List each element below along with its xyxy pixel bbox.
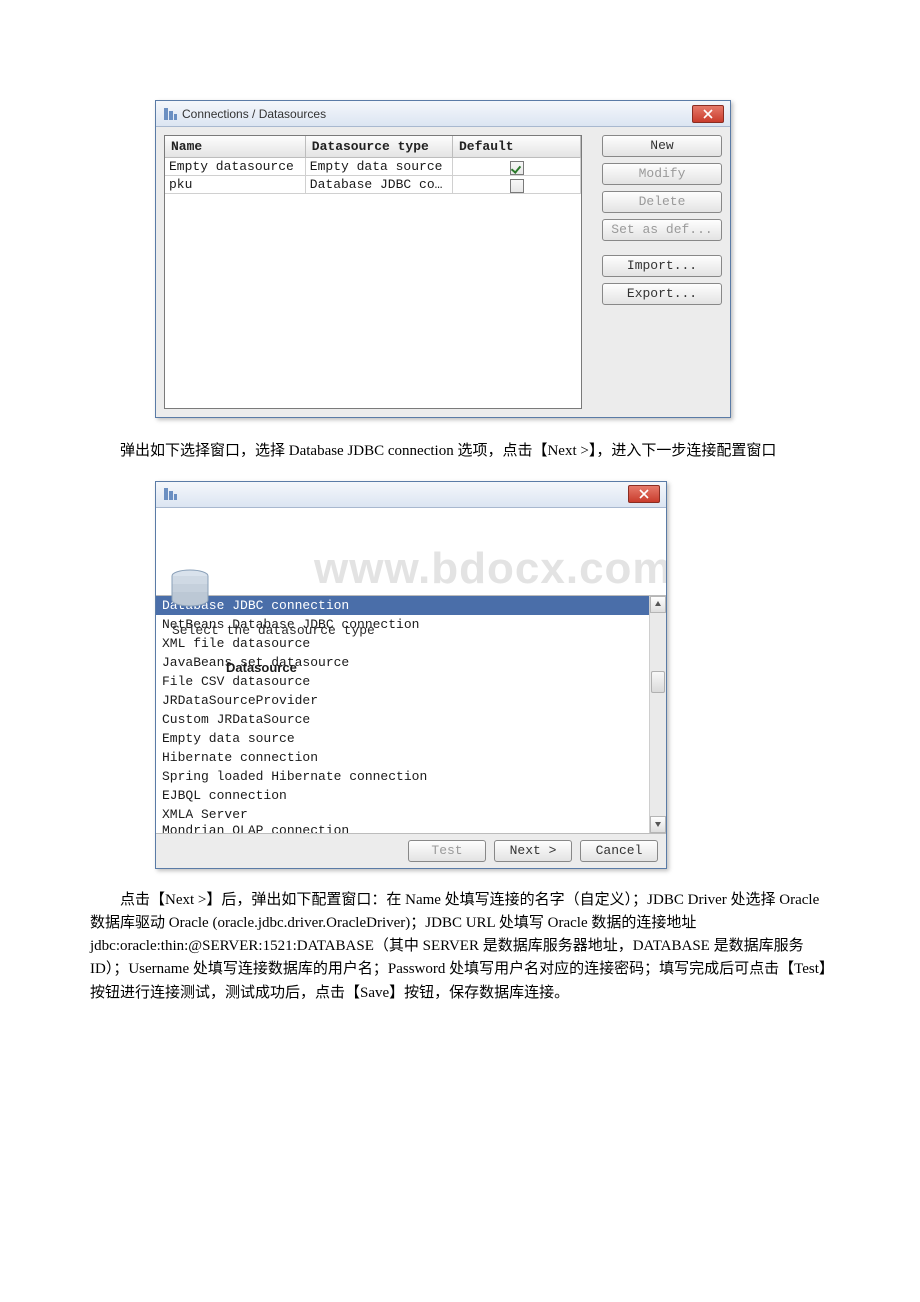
list-item[interactable]: Mondrian OLAP connection — [156, 824, 649, 833]
import-button[interactable]: Import... — [602, 255, 722, 277]
wizard-subtitle: Select the datasource type — [172, 623, 666, 638]
dialog1-titlebar: Connections / Datasources — [156, 101, 730, 127]
list-item[interactable]: Database JDBC connection — [156, 596, 649, 615]
watermark-text: www.bdocx.com — [314, 544, 667, 593]
table-header: Name Datasource type Default — [165, 136, 581, 158]
wizard-buttons: Test Next > Cancel — [156, 834, 666, 868]
connections-dialog: Connections / Datasources Name Datasourc… — [155, 100, 731, 418]
close-icon[interactable] — [692, 105, 724, 123]
list-item[interactable]: XMLA Server — [156, 805, 649, 824]
col-default: Default — [453, 136, 581, 158]
dialog2-titlebar — [156, 482, 666, 508]
list-item[interactable]: JRDataSourceProvider — [156, 691, 649, 710]
datasource-table[interactable]: Name Datasource type Default Empty datas… — [164, 135, 582, 409]
list-item[interactable]: Empty data source — [156, 729, 649, 748]
cell-type: Empty data source — [306, 158, 453, 176]
list-item[interactable]: Hibernate connection — [156, 748, 649, 767]
cell-name: Empty datasource — [165, 158, 306, 176]
scroll-track[interactable] — [650, 613, 666, 816]
close-icon[interactable] — [628, 485, 660, 503]
paragraph-2: 点击【Next >】后，弹出如下配置窗口：在 Name 处填写连接的名字（自定义… — [90, 889, 830, 1005]
modify-button[interactable]: Modify — [602, 163, 722, 185]
cell-type: Database JDBC co... — [306, 176, 453, 194]
dialog1-buttons: New Modify Delete Set as def... Import..… — [602, 135, 722, 409]
list-item[interactable]: Custom JRDataSource — [156, 710, 649, 729]
wizard-header: www.bdocx.com Datasource Select the data… — [156, 508, 666, 596]
table-row[interactable]: Empty datasource Empty data source — [165, 158, 581, 176]
datasource-type-dialog: www.bdocx.com Datasource Select the data… — [155, 481, 667, 869]
list-item[interactable]: EJBQL connection — [156, 786, 649, 805]
dialog2-title — [182, 487, 628, 501]
col-name: Name — [165, 136, 306, 158]
next-button[interactable]: Next > — [494, 840, 572, 862]
list-item[interactable]: Spring loaded Hibernate connection — [156, 767, 649, 786]
table-row[interactable]: pku Database JDBC co... — [165, 176, 581, 194]
scroll-up-icon[interactable] — [650, 596, 666, 613]
cell-default — [453, 176, 581, 194]
dialog1-title: Connections / Datasources — [182, 107, 692, 121]
cancel-button[interactable]: Cancel — [580, 840, 658, 862]
delete-button[interactable]: Delete — [602, 191, 722, 213]
checkbox-icon[interactable] — [510, 179, 524, 193]
cell-default — [453, 158, 581, 176]
col-type: Datasource type — [306, 136, 453, 158]
paragraph-1: 弹出如下选择窗口，选择 Database JDBC connection 选项，… — [90, 440, 830, 463]
checkbox-icon[interactable] — [510, 161, 524, 175]
new-button[interactable]: New — [602, 135, 722, 157]
scroll-down-icon[interactable] — [650, 816, 666, 833]
wizard-title: Datasource — [226, 660, 667, 675]
cell-name: pku — [165, 176, 306, 194]
app-icon — [162, 486, 178, 502]
database-icon — [166, 566, 214, 614]
export-button[interactable]: Export... — [602, 283, 722, 305]
app-icon — [162, 106, 178, 122]
set-default-button[interactable]: Set as def... — [602, 219, 722, 241]
test-button[interactable]: Test — [408, 840, 486, 862]
